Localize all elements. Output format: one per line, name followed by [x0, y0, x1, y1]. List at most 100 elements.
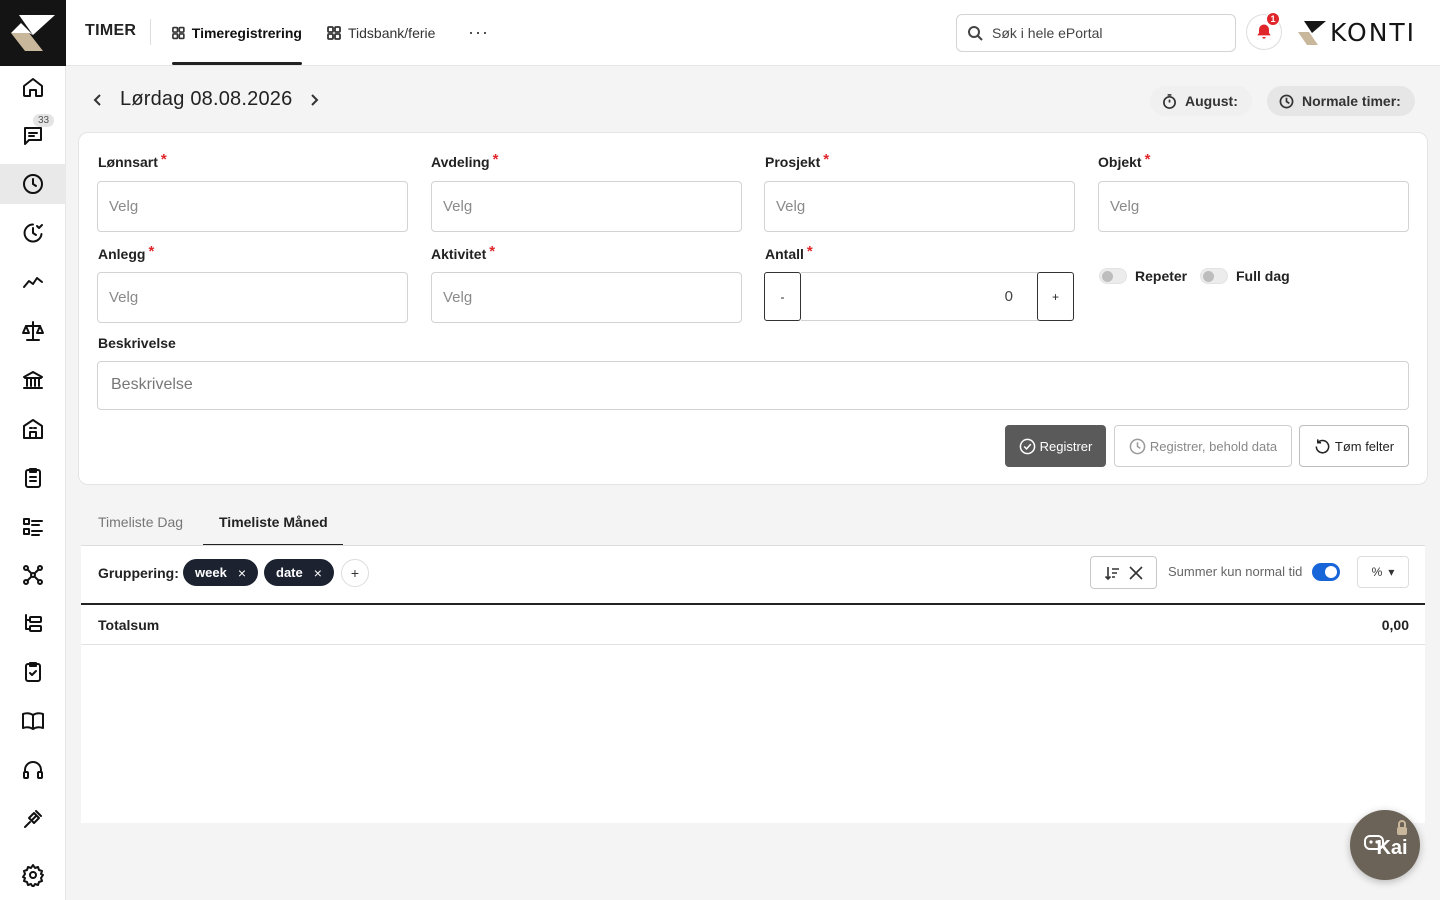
- app-logo[interactable]: [0, 0, 66, 66]
- antall-decrement-button[interactable]: -: [764, 272, 801, 321]
- sidebar-item-timer[interactable]: [0, 164, 66, 204]
- full-dag-toggle-row: Full dag: [1200, 268, 1290, 284]
- antall-label: Antall *: [765, 243, 813, 262]
- notifications-button[interactable]: 1: [1246, 12, 1282, 50]
- close-icon: [1128, 565, 1143, 580]
- chat-icon: [24, 127, 42, 145]
- add-grouping-button[interactable]: +: [341, 559, 369, 587]
- bank-icon: [23, 371, 43, 389]
- grouping-label: Gruppering:: [98, 565, 179, 581]
- left-sidebar: 33: [0, 0, 66, 900]
- tab-timeliste-dag[interactable]: Timeliste Dag: [98, 500, 183, 546]
- search-input[interactable]: [992, 25, 1212, 41]
- repeter-toggle-row: Repeter: [1099, 268, 1187, 284]
- notification-count: 1: [1266, 12, 1280, 26]
- sidebar-item-support[interactable]: [0, 750, 66, 790]
- previous-day-button[interactable]: [90, 90, 106, 110]
- building-icon: [23, 419, 43, 439]
- prosjekt-select[interactable]: Velg: [764, 181, 1075, 232]
- caret-down-icon: ▾: [1388, 565, 1395, 579]
- aktivitet-label: Aktivitet *: [431, 243, 496, 262]
- total-row: Totalsum 0,00: [81, 605, 1425, 645]
- sidebar-item-tree[interactable]: [0, 603, 66, 643]
- sidebar-item-chat[interactable]: 33: [0, 114, 66, 156]
- month-summary-pill[interactable]: August:: [1150, 86, 1252, 116]
- clock-icon: [1129, 438, 1146, 454]
- required-mark: *: [148, 243, 155, 260]
- anlegg-label: Anlegg *: [98, 243, 155, 262]
- grid-icon: [172, 26, 185, 40]
- title-divider: [150, 19, 151, 45]
- aktivitet-select[interactable]: Velg: [431, 272, 742, 323]
- month-label: August:: [1185, 93, 1238, 109]
- next-day-button[interactable]: [306, 90, 322, 110]
- grid-icon: [327, 26, 341, 40]
- antall-increment-button[interactable]: +: [1037, 272, 1074, 321]
- normal-hours-label: Normale timer:: [1302, 93, 1401, 109]
- clipboard-check-icon: [25, 662, 41, 682]
- check-circle-icon: [1019, 438, 1035, 454]
- clear-fields-button[interactable]: Tøm felter: [1299, 425, 1409, 467]
- date-navigation: Lørdag 08.08.2026: [90, 88, 322, 111]
- sidebar-item-settings[interactable]: [0, 855, 66, 895]
- lonnsart-select[interactable]: Velg: [97, 181, 408, 232]
- percent-dropdown[interactable]: % ▾: [1357, 556, 1409, 588]
- objekt-select[interactable]: Velg: [1098, 181, 1409, 232]
- chip-label: week: [195, 565, 227, 580]
- beskrivelse-input[interactable]: Beskrivelse: [97, 361, 1409, 410]
- sum-normal-time-toggle[interactable]: [1312, 563, 1340, 581]
- tab-tidsbank-ferie[interactable]: Tidsbank/ferie: [327, 0, 435, 66]
- register-keep-data-button[interactable]: Registrer, behold data: [1114, 425, 1292, 467]
- time-registration-form: Lønnsart * Avdeling * Prosjekt * Objekt * Ve…: [78, 132, 1428, 485]
- clipboard-list-icon: [25, 468, 41, 488]
- repeter-label: Repeter: [1135, 268, 1188, 284]
- full-dag-toggle[interactable]: [1200, 268, 1228, 284]
- sidebar-item-balance[interactable]: [0, 311, 66, 351]
- sidebar-item-bank[interactable]: [0, 360, 66, 400]
- prosjekt-label: Prosjekt *: [765, 151, 830, 170]
- total-value: 0,00: [1381, 617, 1409, 633]
- required-mark: *: [823, 151, 830, 168]
- logo-icon: [11, 15, 55, 51]
- avdeling-label: Avdeling *: [431, 151, 499, 170]
- chip-label: date: [276, 565, 303, 580]
- network-icon: [23, 565, 43, 585]
- more-menu-button[interactable]: ···: [468, 22, 489, 43]
- sort-icon: [1104, 566, 1119, 580]
- chevron-right-icon: [311, 93, 319, 106]
- required-mark: *: [806, 243, 813, 260]
- sidebar-item-list[interactable]: [0, 507, 66, 547]
- grouping-chip-date[interactable]: date ×: [264, 559, 334, 586]
- tab-timeregistrering[interactable]: Timeregistrering: [172, 0, 302, 66]
- app-title: TIMER: [85, 22, 137, 39]
- remove-chip-icon[interactable]: ×: [314, 565, 322, 581]
- sidebar-item-trend[interactable]: [0, 262, 66, 302]
- search-icon: [968, 26, 983, 41]
- percent-icon: %: [1371, 565, 1383, 579]
- required-mark: *: [492, 151, 499, 168]
- antall-input[interactable]: 0: [801, 272, 1038, 321]
- avdeling-select[interactable]: Velg: [431, 181, 742, 232]
- lonnsart-label: Lønnsart *: [98, 151, 167, 170]
- gear-icon: [22, 864, 44, 887]
- remove-chip-icon[interactable]: ×: [238, 565, 246, 581]
- sidebar-item-network[interactable]: [0, 555, 66, 595]
- anlegg-select[interactable]: Velg: [97, 272, 408, 323]
- repeter-toggle[interactable]: [1099, 268, 1127, 284]
- chat-count-badge: 33: [33, 114, 55, 127]
- sidebar-item-tasks[interactable]: [0, 458, 66, 498]
- sidebar-item-approval[interactable]: [0, 652, 66, 692]
- kai-assistant-button[interactable]: Kai: [1350, 810, 1420, 880]
- tab-timeliste-maned[interactable]: Timeliste Måned: [203, 500, 343, 546]
- normal-hours-pill[interactable]: Normale timer:: [1267, 86, 1415, 116]
- sidebar-item-integrations[interactable]: [0, 799, 66, 839]
- register-button[interactable]: Registrer: [1005, 425, 1106, 467]
- sidebar-item-docs[interactable]: [0, 701, 66, 741]
- sort-clear-button[interactable]: [1090, 556, 1157, 589]
- sidebar-item-time-history[interactable]: [0, 213, 66, 253]
- grouping-chip-week[interactable]: week ×: [183, 559, 258, 586]
- sidebar-item-home[interactable]: [0, 67, 66, 107]
- sidebar-item-building[interactable]: [0, 409, 66, 449]
- full-dag-label: Full dag: [1236, 268, 1290, 284]
- register-keep-label: Registrer, behold data: [1149, 438, 1278, 454]
